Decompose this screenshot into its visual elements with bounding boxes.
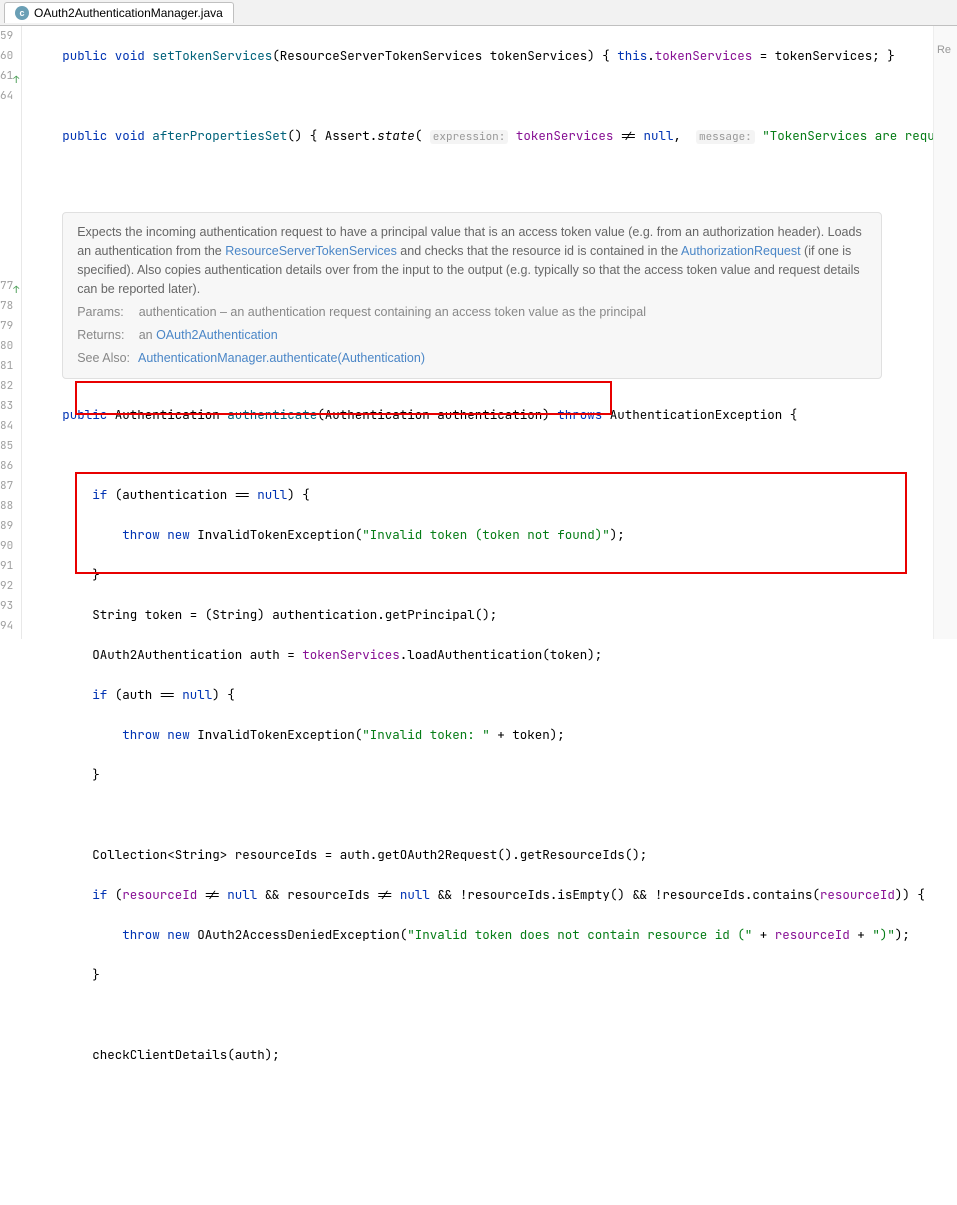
gutter-line[interactable]: 59 [0,26,13,46]
gutter-line[interactable]: 87 [0,476,13,496]
code-line[interactable]: if (authentication == null) { [62,485,957,505]
code-line[interactable] [62,166,957,186]
gutter-line[interactable]: 84 [0,416,13,436]
gutter-line[interactable]: 77↑ [0,276,13,296]
param-hint: message: [696,130,755,144]
code-line[interactable]: checkClientDetails(auth); [62,1045,957,1065]
gutter-line[interactable]: 89 [0,516,13,536]
code-line[interactable]: OAuth2Authentication auth = tokenService… [62,645,957,665]
right-gutter[interactable] [933,26,957,639]
doc-link[interactable]: AuthorizationRequest [681,244,801,258]
gutter-line[interactable]: 88 [0,496,13,516]
gutter-line[interactable]: 86 [0,456,13,476]
gutter-line[interactable]: 81 [0,356,13,376]
gutter-doc-space [0,106,13,276]
gutter-line[interactable]: 80 [0,336,13,356]
code-line[interactable]: throw new OAuth2AccessDeniedException("I… [62,925,957,945]
gutter-line[interactable]: 92 [0,576,13,596]
doc-see-also: See Also: AuthenticationManager.authenti… [77,349,867,368]
tab-active[interactable]: c OAuth2AuthenticationManager.java [4,2,234,23]
code-line[interactable]: public Authentication authenticate(Authe… [62,405,957,425]
code-line[interactable]: throw new InvalidTokenException("Invalid… [62,725,957,745]
code-area[interactable]: public void setTokenServices(ResourceSer… [22,26,957,639]
code-line[interactable] [62,445,957,465]
gutter-line[interactable]: 60 [0,46,13,66]
gutter-line[interactable]: 93 [0,596,13,616]
code-line[interactable]: } [62,565,957,585]
code-line[interactable] [62,1005,957,1025]
code-line[interactable]: Collection<String> resourceIds = auth.ge… [62,845,957,865]
gutter-line[interactable]: 79 [0,316,13,336]
tab-filename: OAuth2AuthenticationManager.java [34,6,223,20]
code-line[interactable]: public void setTokenServices(ResourceSer… [62,46,957,66]
tab-bar: c OAuth2AuthenticationManager.java [0,0,957,26]
class-icon: c [15,6,29,20]
doc-link[interactable]: AuthenticationManager.authenticate(Authe… [138,351,425,365]
doc-link[interactable]: OAuth2Authentication [156,328,278,342]
param-hint: expression: [430,130,509,144]
reader-mode-tag[interactable]: Re [937,44,951,56]
override-marker-icon[interactable]: ↑ [9,70,19,80]
code-line[interactable]: if (resourceId != null && resourceIds !=… [62,885,957,905]
gutter-line[interactable]: 90 [0,536,13,556]
code-line[interactable]: if (auth == null) { [62,685,957,705]
doc-params: Params: authentication – an authenticati… [77,303,867,322]
javadoc-popup: Expects the incoming authentication requ… [62,212,882,379]
gutter-line[interactable]: 82 [0,376,13,396]
code-line[interactable]: throw new InvalidTokenException("Invalid… [62,525,957,545]
code-line[interactable] [62,805,957,825]
code-line[interactable]: public void afterPropertiesSet() { Asser… [62,126,957,146]
doc-returns: Returns: an OAuth2Authentication [77,326,867,345]
code-line[interactable] [62,86,957,106]
gutter-line[interactable]: 94 [0,616,13,636]
code-line[interactable]: } [62,965,957,985]
gutter-line[interactable]: 85 [0,436,13,456]
gutter-line[interactable]: 78 [0,296,13,316]
editor: 59 60 61↑ 64 77↑ 78 79 80 81 82 83 84 85… [0,26,957,639]
code-line[interactable] [62,1085,957,1105]
code-line[interactable]: } [62,765,957,785]
gutter-line[interactable]: 91 [0,556,13,576]
gutter-line[interactable]: 83 [0,396,13,416]
code-line[interactable]: String token = (String) authentication.g… [62,605,957,625]
gutter: 59 60 61↑ 64 77↑ 78 79 80 81 82 83 84 85… [0,26,22,639]
doc-link[interactable]: ResourceServerTokenServices [225,244,397,258]
gutter-line[interactable]: 64 [0,86,13,106]
gutter-line[interactable]: 61↑ [0,66,13,86]
override-marker-icon[interactable]: ↑ [9,280,19,290]
